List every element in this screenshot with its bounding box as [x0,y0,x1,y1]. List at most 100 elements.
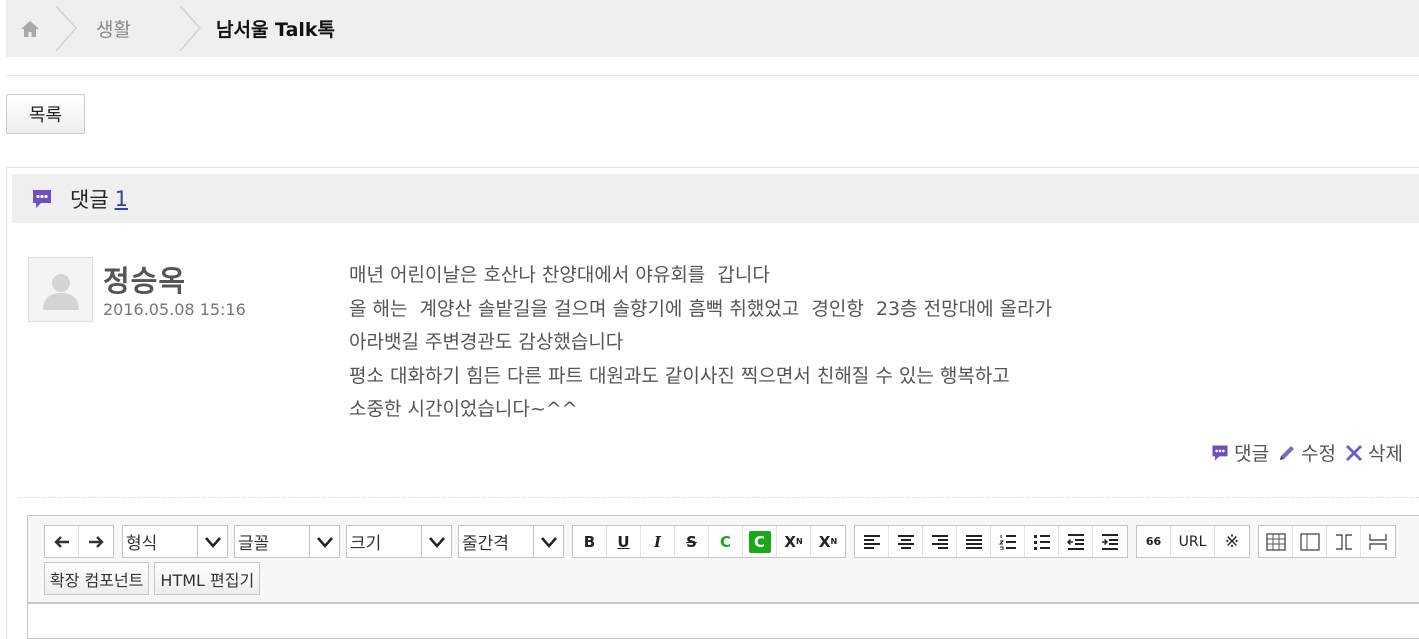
format-select-value: 형식 [126,534,158,554]
comment-line: 소중한 시간이었습니다~^^ [349,398,578,420]
justify-icon [965,534,982,549]
text-format-group: B U I S C C XN XN [572,525,846,558]
subscript-label: X [818,532,831,551]
bullet-list-icon [1033,534,1050,550]
superscript-mark: N [795,537,803,546]
background-color-button[interactable]: C [743,526,777,557]
pencil-icon [1280,445,1295,460]
divider [18,497,1419,498]
subscript-button[interactable]: XN [811,526,845,557]
italic-button[interactable]: I [641,526,675,557]
arrow-left-icon [53,535,69,548]
comment-header: 댓글 1 [12,174,1419,223]
quote-button[interactable]: 66 [1137,526,1171,557]
ordered-list-icon [998,534,1016,550]
bold-button[interactable]: B [573,526,607,557]
table-icon [1265,532,1286,551]
divider [6,167,7,639]
divider [6,75,1419,76]
font-select-value: 글꼴 [238,534,270,554]
history-group [44,525,114,558]
chevron-right-icon [55,5,78,52]
comment-content: 매년 어린이날은 호산나 찬양대에서 야유회를 갑니다 올 해는 계양산 솔밭길… [349,259,1369,427]
chevron-down-icon [309,526,339,557]
editor-toolbar: 형식 글꼴 크기 줄간격 B U I S C C XN X N 66 URL ※… [28,516,1419,604]
line-height-select[interactable]: 줄간격 [458,525,564,558]
indent-button[interactable] [1093,526,1127,557]
format-select[interactable]: 형식 [122,525,228,558]
comment-author: 정승옥 [103,264,187,298]
url-button[interactable]: URL [1171,526,1215,557]
speech-bubble-icon [33,189,51,208]
reply-label: 댓글 [1234,443,1270,465]
comment-date: 2016.05.08 15:16 [103,300,246,319]
split-cols-button[interactable] [1327,526,1361,557]
underline-button[interactable]: U [607,526,641,557]
split-rows-button[interactable] [1361,526,1395,557]
merge-cells-icon [1299,532,1320,551]
edit-label: 수정 [1301,443,1337,465]
bullet-list-button[interactable] [1025,526,1059,557]
divider [6,167,1419,168]
breadcrumb-item-life[interactable]: 생활 [78,15,178,42]
chevron-down-icon [197,526,227,557]
table-group [1258,525,1396,558]
speech-bubble-icon [1212,445,1228,460]
align-center-button[interactable] [889,526,923,557]
avatar [28,257,93,322]
comment-label: 댓글 [70,187,109,212]
comment-line: 매년 어린이날은 호산나 찬양대에서 야유회를 갑니다 [349,264,770,286]
breadcrumb: 생활 남서울 Talk톡 [6,0,1419,57]
align-left-button[interactable] [855,526,889,557]
list-button[interactable]: 목록 [6,94,85,134]
size-select[interactable]: 크기 [346,525,452,558]
delete-button[interactable]: 삭제 [1344,439,1403,466]
comment-line: 평소 대화하기 힘든 다른 파트 대원과도 같이사진 찍으면서 친해질 수 있는… [349,364,1010,387]
chevron-right-icon [179,5,202,52]
undo-button[interactable] [45,526,79,557]
chevron-down-icon [533,526,563,557]
delete-x-icon [1346,444,1363,461]
extension-component-button[interactable]: 확장 컴포넌트 [44,562,150,595]
justify-button[interactable] [957,526,991,557]
comment-line: 아라뱃길 주변경관도 감상했습니다 [349,331,624,353]
comment-editor: 형식 글꼴 크기 줄간격 B U I S C C XN X N 66 URL ※… [27,515,1419,639]
insert-table-button[interactable] [1259,526,1293,557]
subscript-mark: N [830,537,838,546]
split-columns-icon [1335,533,1352,550]
align-right-button[interactable] [923,526,957,557]
line-height-select-value: 줄간격 [462,534,509,554]
special-char-button[interactable]: ※ [1215,526,1249,557]
home-icon[interactable] [6,0,54,57]
breadcrumb-item-current[interactable]: 남서울 Talk톡 [202,15,355,42]
outdent-icon [1066,533,1084,550]
outdent-button[interactable] [1059,526,1093,557]
superscript-label: X [784,532,796,551]
paragraph-group [854,525,1128,558]
insert-group: 66 URL ※ [1136,525,1250,558]
align-right-icon [931,534,948,549]
chevron-down-icon [421,526,451,557]
strike-button[interactable]: S [675,526,709,557]
background-color-label: C [748,530,771,553]
align-left-icon [863,534,880,549]
reply-button[interactable]: 댓글 [1210,439,1269,466]
html-editor-button[interactable]: HTML 편집기 [154,562,261,595]
delete-label: 삭제 [1368,443,1403,465]
comment-line: 올 해는 계양산 솔밭길을 걸으며 솔향기에 흠뻑 취했었고 경인항 23층 전… [349,297,1053,320]
comment-count-link[interactable]: 1 [115,187,128,211]
merge-cells-button[interactable] [1293,526,1327,557]
align-center-icon [897,534,914,549]
arrow-right-icon [89,535,104,548]
superscript-button[interactable]: XN [777,526,811,557]
edit-button[interactable]: 수정 [1277,439,1336,466]
split-rows-icon [1369,533,1387,550]
user-silhouette-icon [42,273,79,310]
size-select-value: 크기 [350,534,382,554]
font-select[interactable]: 글꼴 [234,525,340,558]
ordered-list-button[interactable] [991,526,1025,557]
indent-icon [1102,533,1118,550]
comment-actions: 댓글 수정 삭제 [1202,439,1403,466]
font-color-button[interactable]: C [709,526,743,557]
redo-button[interactable] [79,526,113,557]
